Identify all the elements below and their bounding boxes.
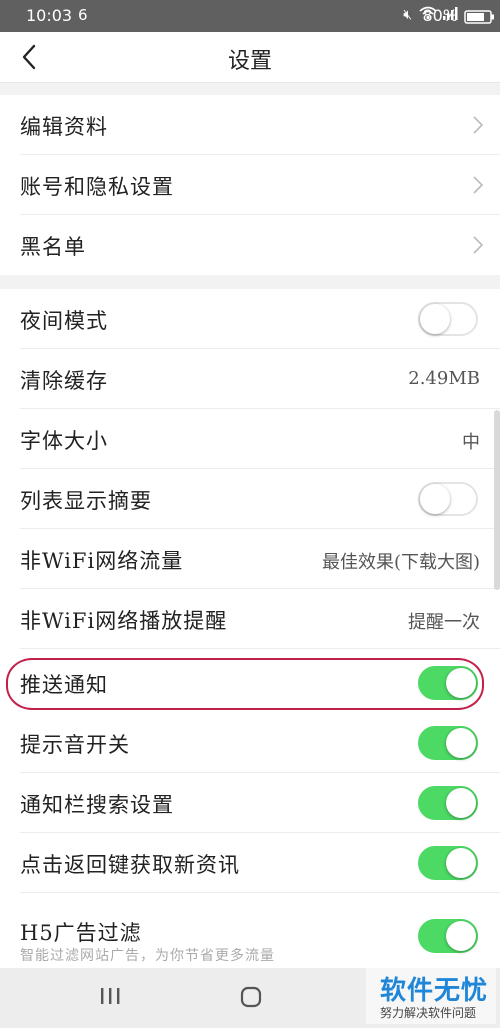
- settings-item-label: 非WiFi网络流量: [20, 549, 184, 573]
- app-notification-icon: 6: [78, 6, 88, 24]
- font-size-value: 中: [462, 432, 480, 453]
- settings-item-label: 黑名单: [20, 235, 86, 259]
- toggle-knob: [446, 728, 476, 758]
- toggle-knob: [446, 848, 476, 878]
- status-bar: 10:03 6 🔇︎ 80%: [0, 0, 500, 32]
- settings-item-label: 点击返回键获取新资讯: [20, 853, 240, 877]
- scroll-indicator: [494, 410, 500, 590]
- home-icon[interactable]: [240, 986, 262, 1008]
- settings-item-notif-search[interactable]: 通知栏搜索设置: [0, 773, 500, 833]
- status-time: 10:03: [26, 6, 73, 25]
- settings-item-edit-profile[interactable]: 编辑资料: [0, 95, 500, 155]
- non-wifi-traffic-value: 最佳效果(下载大图): [321, 552, 480, 573]
- toggle-knob: [446, 921, 476, 951]
- push-notification-toggle[interactable]: [418, 666, 478, 700]
- night-mode-toggle[interactable]: [418, 302, 478, 336]
- settings-item-label: 提示音开关: [20, 733, 130, 757]
- watermark-logo: 软件无忧 努力解决软件问题: [366, 968, 496, 1024]
- chevron-right-icon: [473, 176, 484, 194]
- settings-item-clear-cache[interactable]: 清除缓存 2.49MB: [0, 349, 500, 409]
- section-divider: [0, 83, 500, 95]
- settings-item-push-notification[interactable]: 推送通知: [0, 653, 500, 713]
- non-wifi-playback-value: 提醒一次: [408, 612, 480, 633]
- settings-item-label: 字体大小: [20, 429, 108, 453]
- settings-item-label: H5广告过滤: [20, 921, 142, 945]
- settings-item-label: 编辑资料: [20, 115, 108, 139]
- recent-apps-icon[interactable]: [98, 986, 122, 1006]
- settings-item-label: 推送通知: [20, 673, 108, 697]
- mute-icon: 🔇︎: [403, 7, 414, 23]
- settings-item-label: 列表显示摘要: [20, 489, 152, 513]
- page-title: 设置: [227, 49, 272, 74]
- h5-filter-toggle[interactable]: [418, 919, 478, 953]
- battery-icon: [464, 9, 496, 29]
- settings-item-label: 通知栏搜索设置: [20, 793, 174, 817]
- toggle-knob: [420, 484, 450, 514]
- settings-item-label: 清除缓存: [20, 369, 108, 393]
- notif-search-toggle[interactable]: [418, 786, 478, 820]
- toggle-knob: [446, 668, 476, 698]
- chevron-right-icon: [473, 236, 484, 254]
- back-refresh-toggle[interactable]: [418, 846, 478, 880]
- battery-level: 80%: [422, 6, 458, 25]
- row-divider: [20, 892, 500, 893]
- cache-size-value: 2.49MB: [408, 368, 480, 389]
- settings-item-label: 非WiFi网络播放提醒: [20, 609, 228, 633]
- settings-item-font-size[interactable]: 字体大小 中: [0, 409, 500, 469]
- watermark-title: 软件无忧: [380, 976, 489, 1006]
- settings-item-sublabel: 智能过滤网站广告，为你节省更多流量: [20, 948, 275, 964]
- sound-toggle[interactable]: [418, 726, 478, 760]
- settings-item-night-mode[interactable]: 夜间模式: [0, 289, 500, 349]
- toggle-knob: [420, 304, 450, 334]
- settings-item-non-wifi-playback[interactable]: 非WiFi网络播放提醒 提醒一次: [0, 589, 500, 649]
- list-summary-toggle[interactable]: [418, 482, 478, 516]
- settings-item-account-privacy[interactable]: 账号和隐私设置: [0, 155, 500, 215]
- section-divider: [0, 275, 500, 289]
- settings-item-blacklist[interactable]: 黑名单: [0, 215, 500, 275]
- nav-bar: 设置: [0, 32, 500, 83]
- settings-item-non-wifi-traffic[interactable]: 非WiFi网络流量 最佳效果(下载大图): [0, 529, 500, 589]
- settings-item-label: 夜间模式: [20, 309, 108, 333]
- row-divider: [20, 648, 500, 649]
- watermark-subtitle: 努力解决软件问题: [380, 1006, 477, 1020]
- settings-item-h5-filter[interactable]: H5广告过滤 智能过滤网站广告，为你节省更多流量: [0, 897, 500, 968]
- settings-item-sound[interactable]: 提示音开关: [0, 713, 500, 773]
- chevron-right-icon: [473, 116, 484, 134]
- settings-item-label: 账号和隐私设置: [20, 175, 174, 199]
- toggle-knob: [446, 788, 476, 818]
- settings-item-back-refresh[interactable]: 点击返回键获取新资讯: [0, 833, 500, 893]
- settings-item-list-summary[interactable]: 列表显示摘要: [0, 469, 500, 529]
